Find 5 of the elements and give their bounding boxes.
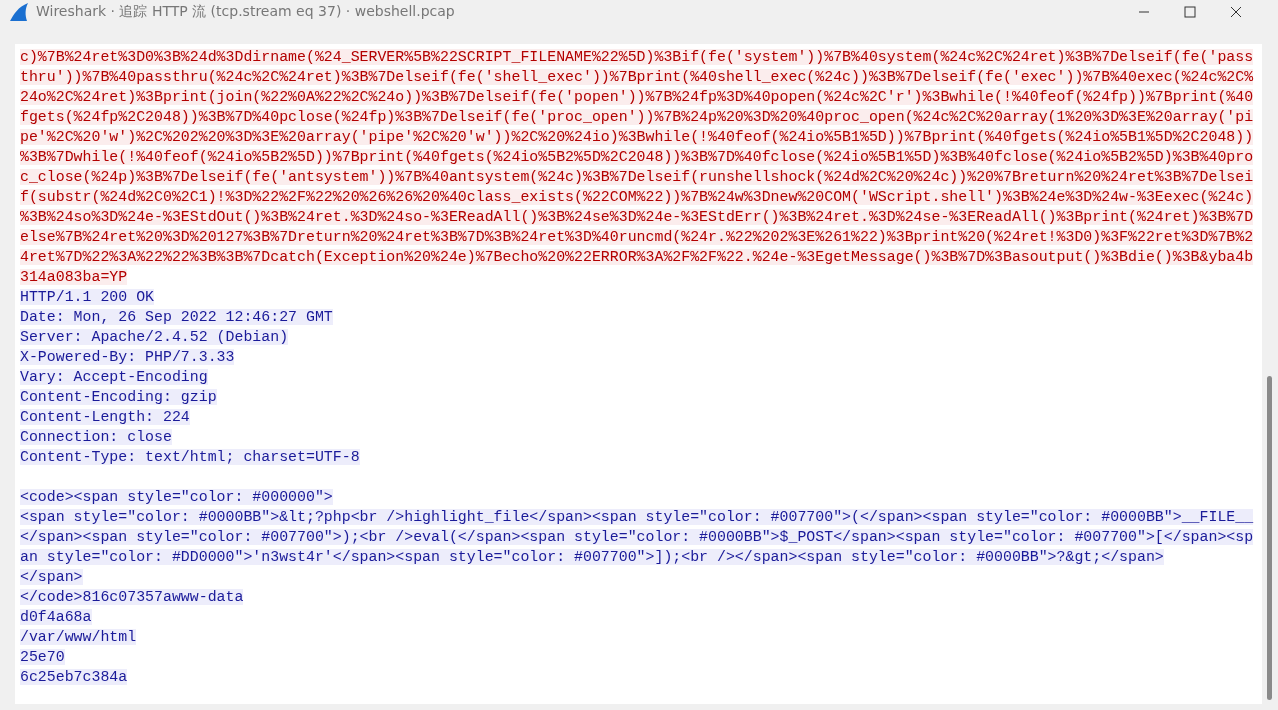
window-title: Wireshark · 追踪 HTTP 流 (tcp.stream eq 37) · webshell.pcap bbox=[36, 3, 455, 21]
shark-fin-icon bbox=[8, 2, 30, 22]
scrollbar-thumb[interactable] bbox=[1267, 376, 1272, 700]
maximize-icon[interactable] bbox=[1184, 6, 1196, 18]
close-icon[interactable] bbox=[1230, 6, 1242, 18]
